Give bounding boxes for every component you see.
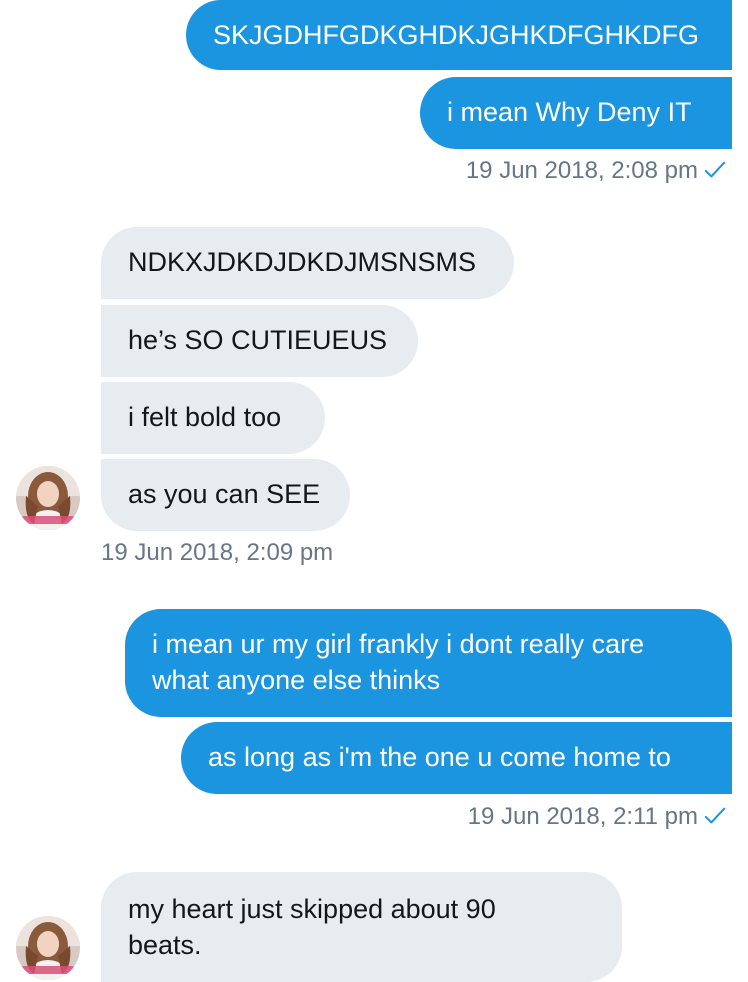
message-text: i felt bold too bbox=[128, 402, 282, 432]
checkmark-icon bbox=[704, 807, 726, 824]
message-timestamp: 19 Jun 2018, 2:11 pm bbox=[468, 802, 726, 832]
message-timestamp: 19 Jun 2018, 2:08 pm bbox=[466, 156, 726, 186]
checkmark-icon bbox=[704, 161, 726, 178]
message-text: SKJGDHFGDKGHDKJGHKDFGHKDFG bbox=[213, 20, 700, 50]
message-text: as long as i'm the one u come home to bbox=[208, 742, 671, 772]
timestamp-text: 19 Jun 2018, 2:09 pm bbox=[101, 539, 334, 566]
message-text: i mean Why Deny IT bbox=[447, 97, 692, 127]
message-bubble-outgoing[interactable]: as long as i'm the one u come home to bbox=[181, 722, 732, 794]
message-text: NDKXJDKDJDKDJMSNSMS bbox=[128, 247, 477, 277]
message-bubble-incoming[interactable]: as you can SEE bbox=[101, 459, 350, 531]
message-bubble-incoming[interactable]: i felt bold too bbox=[101, 382, 325, 454]
user-avatar[interactable] bbox=[16, 466, 80, 530]
message-text: he’s SO CUTIEUEUS bbox=[128, 325, 388, 355]
message-bubble-incoming[interactable]: NDKXJDKDJDKDJMSNSMS bbox=[101, 227, 514, 299]
message-timestamp: 19 Jun 2018, 2:09 pm bbox=[101, 538, 333, 568]
timestamp-text: 19 Jun 2018, 2:08 pm bbox=[465, 157, 698, 184]
user-avatar[interactable] bbox=[16, 916, 80, 980]
avatar-photo-icon bbox=[16, 916, 80, 980]
avatar-photo-icon bbox=[16, 466, 80, 530]
message-bubble-outgoing[interactable]: SKJGDHFGDKGHDKJGHKDFGHKDFG bbox=[186, 0, 732, 70]
timestamp-text: 19 Jun 2018, 2:11 pm bbox=[467, 803, 698, 830]
message-text: my heart just skipped about 90 beats. bbox=[128, 894, 496, 960]
message-text: i mean ur my girl frankly i dont really … bbox=[152, 629, 645, 695]
message-bubble-incoming[interactable]: he’s SO CUTIEUEUS bbox=[101, 305, 418, 377]
message-text: as you can SEE bbox=[128, 479, 321, 509]
message-bubble-outgoing[interactable]: i mean Why Deny IT bbox=[420, 77, 732, 149]
message-bubble-outgoing[interactable]: i mean ur my girl frankly i dont really … bbox=[125, 609, 732, 717]
message-bubble-incoming[interactable]: my heart just skipped about 90 beats. bbox=[101, 872, 622, 982]
